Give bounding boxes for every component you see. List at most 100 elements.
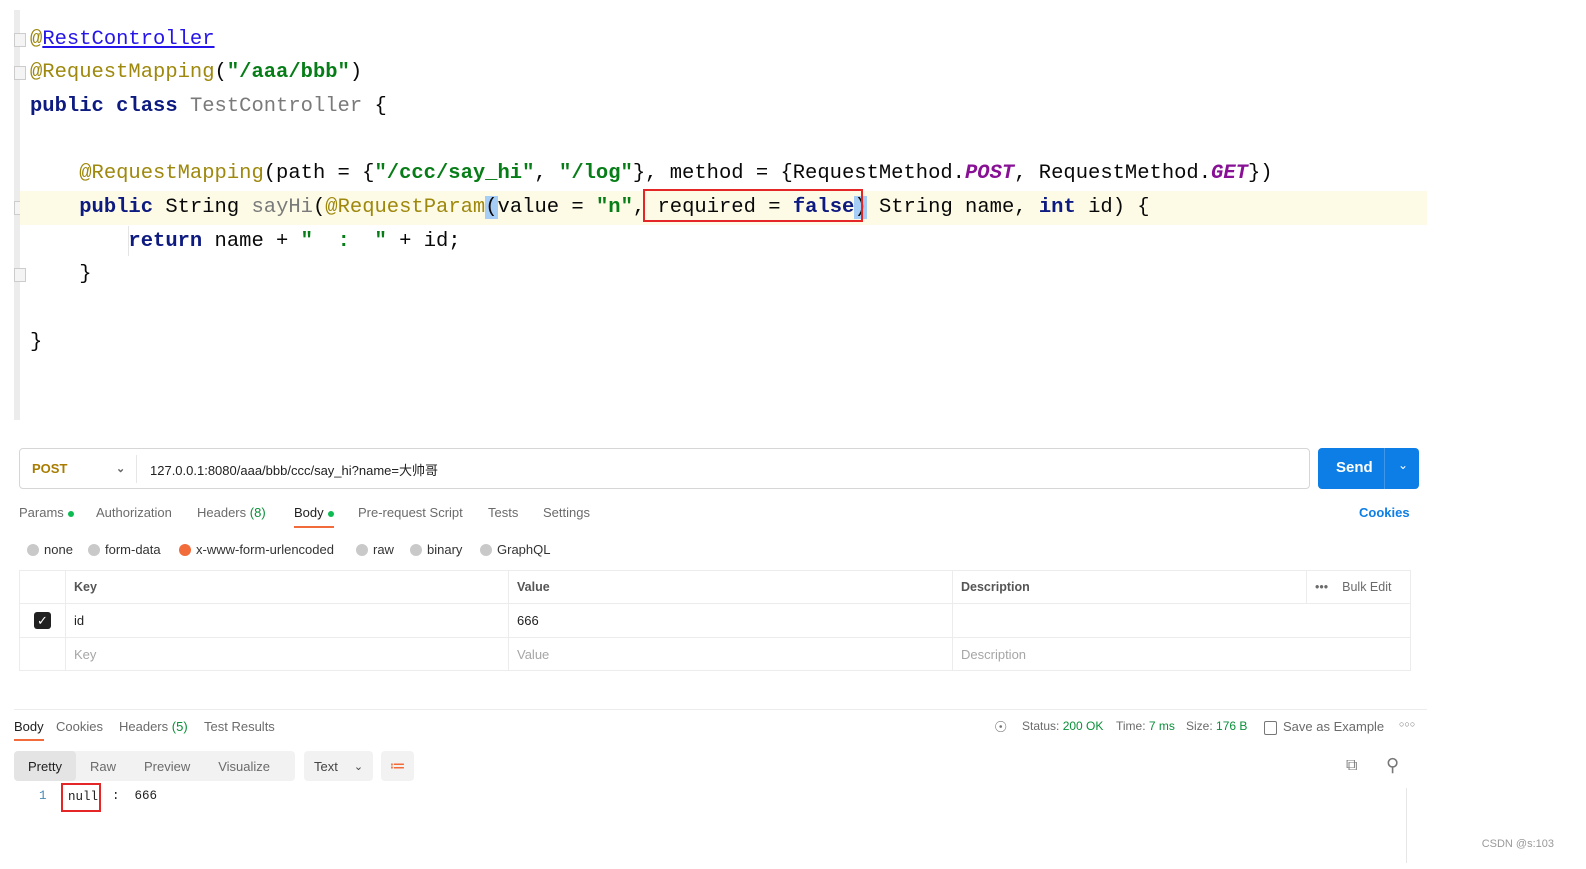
radio-form-data[interactable]: form-data	[88, 542, 161, 557]
divider	[14, 709, 1427, 710]
radio-label: x-www-form-urlencoded	[196, 542, 334, 557]
response-tab-cookies[interactable]: Cookies	[56, 719, 103, 734]
code-token: })	[1247, 162, 1273, 185]
chevron-down-icon: ⌄	[116, 463, 126, 475]
more-icon[interactable]: ○○○	[1399, 719, 1415, 729]
tab-authorization[interactable]: Authorization	[96, 505, 172, 520]
value-input[interactable]: Value	[509, 638, 953, 671]
tab-params[interactable]: Params	[19, 505, 74, 520]
globe-icon[interactable]: ☉	[994, 718, 1007, 736]
radio-raw[interactable]: raw	[356, 542, 394, 557]
view-preview[interactable]: Preview	[130, 751, 204, 781]
method-label: POST	[32, 461, 68, 476]
code-token: int	[1038, 196, 1089, 219]
view-visualize[interactable]: Visualize	[204, 751, 284, 781]
radio-circle[interactable]	[88, 543, 100, 556]
radio-circle[interactable]	[179, 543, 191, 556]
key-input[interactable]: Key	[66, 638, 509, 671]
save-as-example-label: Save as Example	[1283, 719, 1385, 734]
save-icon	[1264, 720, 1277, 735]
value-cell[interactable]: 666	[509, 604, 953, 638]
code-token: id) {	[1088, 196, 1150, 219]
header-value: Value	[509, 571, 953, 604]
code-token: public	[79, 196, 166, 219]
fold-icon[interactable]	[14, 33, 26, 47]
response-tab-test-results[interactable]: Test Results	[204, 719, 275, 734]
code-token: name +	[214, 230, 301, 253]
radio-graphql[interactable]: GraphQL	[480, 542, 550, 557]
params-table: Key Value Description ••• Bulk Edit ✓ id …	[19, 570, 1411, 671]
save-as-example-button[interactable]: Save as Example	[1264, 719, 1384, 735]
copy-icon[interactable]: ⧉	[1346, 757, 1357, 775]
code-token: + id;	[386, 230, 461, 253]
wrap-lines-icon[interactable]: ≔	[381, 751, 414, 781]
header-check	[20, 571, 66, 604]
search-icon[interactable]: ⚲	[1386, 755, 1399, 776]
radio-circle[interactable]	[410, 543, 422, 556]
key-cell[interactable]: id	[66, 604, 509, 638]
status-label: Status:	[1022, 719, 1060, 733]
chevron-down-icon[interactable]: ⌄	[1398, 458, 1408, 472]
code-line: @RequestMapping("/aaa/bbb")	[30, 58, 362, 88]
response-body-text: : 666	[112, 789, 158, 803]
radio-circle[interactable]	[480, 543, 492, 556]
cookies-link[interactable]: Cookies	[1359, 505, 1410, 520]
code-token: }, method = {RequestMethod.	[632, 162, 965, 185]
method-select[interactable]: POST ⌄	[32, 461, 125, 476]
radio-label: GraphQL	[497, 542, 551, 557]
checkbox-checked[interactable]: ✓	[34, 612, 51, 629]
radio-circle[interactable]	[27, 543, 39, 556]
more-icon[interactable]: •••	[1315, 580, 1328, 594]
send-label: Send	[1336, 459, 1373, 476]
scrollbar-track[interactable]	[1406, 788, 1407, 863]
radio-label: raw	[373, 542, 394, 557]
view-raw[interactable]: Raw	[76, 751, 130, 781]
tab-label: Headers	[119, 719, 169, 734]
view-pretty[interactable]: Pretty	[14, 751, 76, 781]
code-token: " : "	[300, 230, 387, 253]
radio-circle[interactable]	[356, 543, 368, 556]
tab-count: (8)	[249, 505, 266, 520]
tab-settings[interactable]: Settings	[543, 505, 590, 520]
header-description: Description	[953, 571, 1307, 604]
tab-body[interactable]: Body	[294, 505, 334, 528]
format-select[interactable]: Text ⌄	[304, 751, 373, 781]
radio-x-www-form-urlencoded[interactable]: x-www-form-urlencoded	[179, 542, 334, 557]
radio-none[interactable]: none	[27, 542, 73, 557]
tab-label: Params	[19, 505, 64, 520]
radio-binary[interactable]: binary	[410, 542, 462, 557]
radio-label: binary	[427, 542, 463, 557]
code-token: )	[349, 61, 363, 84]
url-input[interactable]: 127.0.0.1:8080/aaa/bbb/ccc/say_hi?name=大…	[150, 460, 438, 479]
bulk-edit-button[interactable]: Bulk Edit	[1342, 580, 1391, 594]
fold-icon[interactable]	[14, 66, 26, 80]
tab-label: Pre-request Script	[358, 505, 463, 520]
chevron-down-icon: ⌄	[353, 760, 364, 773]
code-line: }	[30, 328, 42, 358]
code-token: (path = {	[263, 162, 375, 185]
divider	[136, 455, 137, 483]
response-tab-body[interactable]: Body	[14, 719, 44, 741]
fold-icon[interactable]	[14, 268, 26, 282]
code-token: (	[312, 196, 326, 219]
response-tab-headers[interactable]: Headers (5)	[119, 719, 188, 734]
row-check-cell: ✓	[20, 604, 66, 638]
send-button[interactable]: Send ⌄	[1318, 448, 1419, 489]
radio-label: form-data	[105, 542, 161, 557]
code-token: sayHi	[251, 196, 313, 219]
description-cell[interactable]	[953, 604, 1411, 638]
code-token: (	[485, 196, 498, 219]
time-value[interactable]: 7 ms	[1149, 719, 1175, 733]
time-label: Time:	[1116, 719, 1146, 733]
code-token: POST	[964, 162, 1015, 185]
tab-tests[interactable]: Tests	[488, 505, 518, 520]
code-token: String name,	[866, 196, 1039, 219]
description-input[interactable]: Description	[953, 638, 1411, 671]
size-value[interactable]: 176 B	[1216, 719, 1247, 733]
tab-pre-request-script[interactable]: Pre-request Script	[358, 505, 463, 520]
tab-label: Authorization	[96, 505, 172, 520]
row-check-cell	[20, 638, 66, 671]
tab-headers[interactable]: Headers (8)	[197, 505, 266, 520]
